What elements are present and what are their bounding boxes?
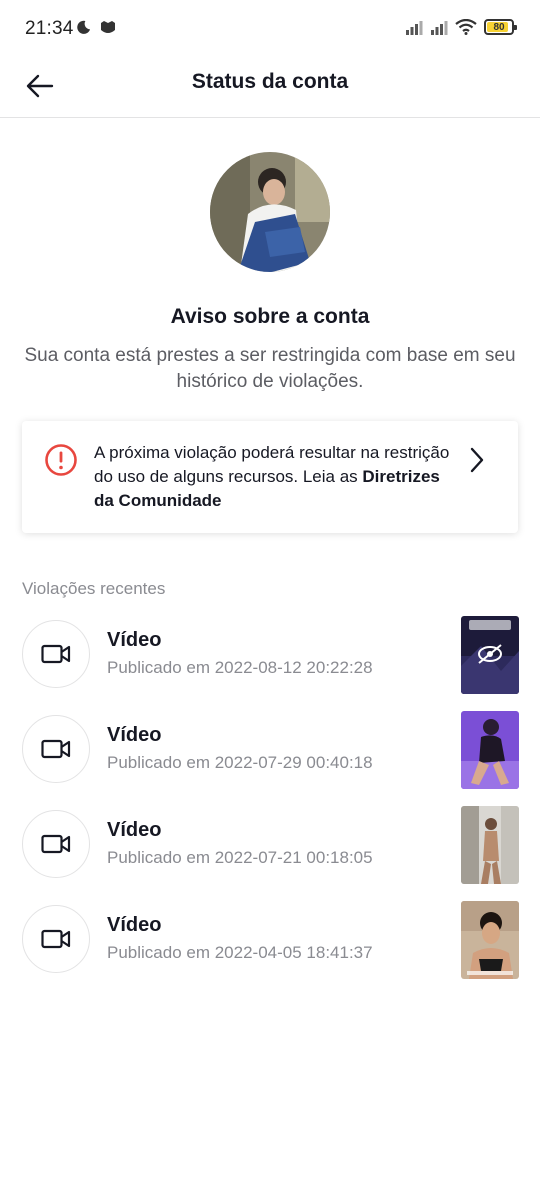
- violation-date: Publicado em 2022-04-05 18:41:37: [107, 943, 373, 962]
- video-camera-icon: [41, 834, 71, 854]
- avatar: [210, 152, 330, 272]
- violation-title: Vídeo: [107, 629, 162, 651]
- chevron-right-icon: [470, 447, 484, 473]
- video-camera-icon: [41, 929, 71, 949]
- violation-date: Publicado em 2022-07-29 00:40:18: [107, 753, 373, 772]
- status-time: 21:34: [25, 18, 74, 39]
- violation-title: Vídeo: [107, 724, 162, 746]
- notice-title: Aviso sobre a conta: [170, 305, 370, 328]
- header: Status da conta: [0, 58, 540, 118]
- status-right-icons: 80: [405, 19, 517, 35]
- video-thumbnail[interactable]: [461, 806, 519, 884]
- signal-icon: [406, 20, 423, 35]
- violation-title: Vídeo: [107, 914, 162, 936]
- recent-violations-label: Violações recentes: [22, 579, 166, 598]
- video-icon-circle: [22, 905, 90, 973]
- violation-date: Publicado em 2022-07-21 00:18:05: [107, 848, 373, 867]
- violation-item[interactable]: Vídeo Publicado em 2022-08-12 20:22:28: [0, 605, 540, 700]
- status-left-icons: [76, 20, 117, 35]
- battery-level: 80: [493, 21, 505, 33]
- violation-item[interactable]: Vídeo Publicado em 2022-07-29 00:40:18: [0, 700, 540, 795]
- violation-item[interactable]: Vídeo Publicado em 2022-04-05 18:41:37: [0, 890, 540, 985]
- violation-title: Vídeo: [107, 819, 162, 841]
- status-bar: 21:34 80: [0, 0, 540, 58]
- notice-description: Sua conta está prestes a ser restringida…: [24, 345, 516, 392]
- video-camera-icon: [41, 644, 71, 664]
- wifi-icon: [455, 19, 477, 35]
- video-icon-circle: [22, 620, 90, 688]
- violation-list: Vídeo Publicado em 2022-08-12 20:22:28 V…: [0, 605, 540, 985]
- video-camera-icon: [41, 739, 71, 759]
- video-thumbnail[interactable]: [461, 616, 519, 694]
- video-icon-circle: [22, 810, 90, 878]
- violation-date: Publicado em 2022-08-12 20:22:28: [107, 658, 373, 677]
- alert-circle-icon: [45, 444, 77, 476]
- video-thumbnail[interactable]: [461, 901, 519, 979]
- battery-icon: 80: [484, 19, 517, 35]
- video-thumbnail[interactable]: [461, 711, 519, 789]
- violation-item[interactable]: Vídeo Publicado em 2022-07-21 00:18:05: [0, 795, 540, 890]
- warning-text: A próxima violação poderá resultar na re…: [94, 441, 454, 513]
- moon-icon: [77, 20, 91, 34]
- warning-card[interactable]: A próxima violação poderá resultar na re…: [22, 421, 518, 533]
- notification-icon: [101, 21, 115, 33]
- video-icon-circle: [22, 715, 90, 783]
- signal-icon: [431, 20, 448, 35]
- page-title: Status da conta: [191, 70, 349, 93]
